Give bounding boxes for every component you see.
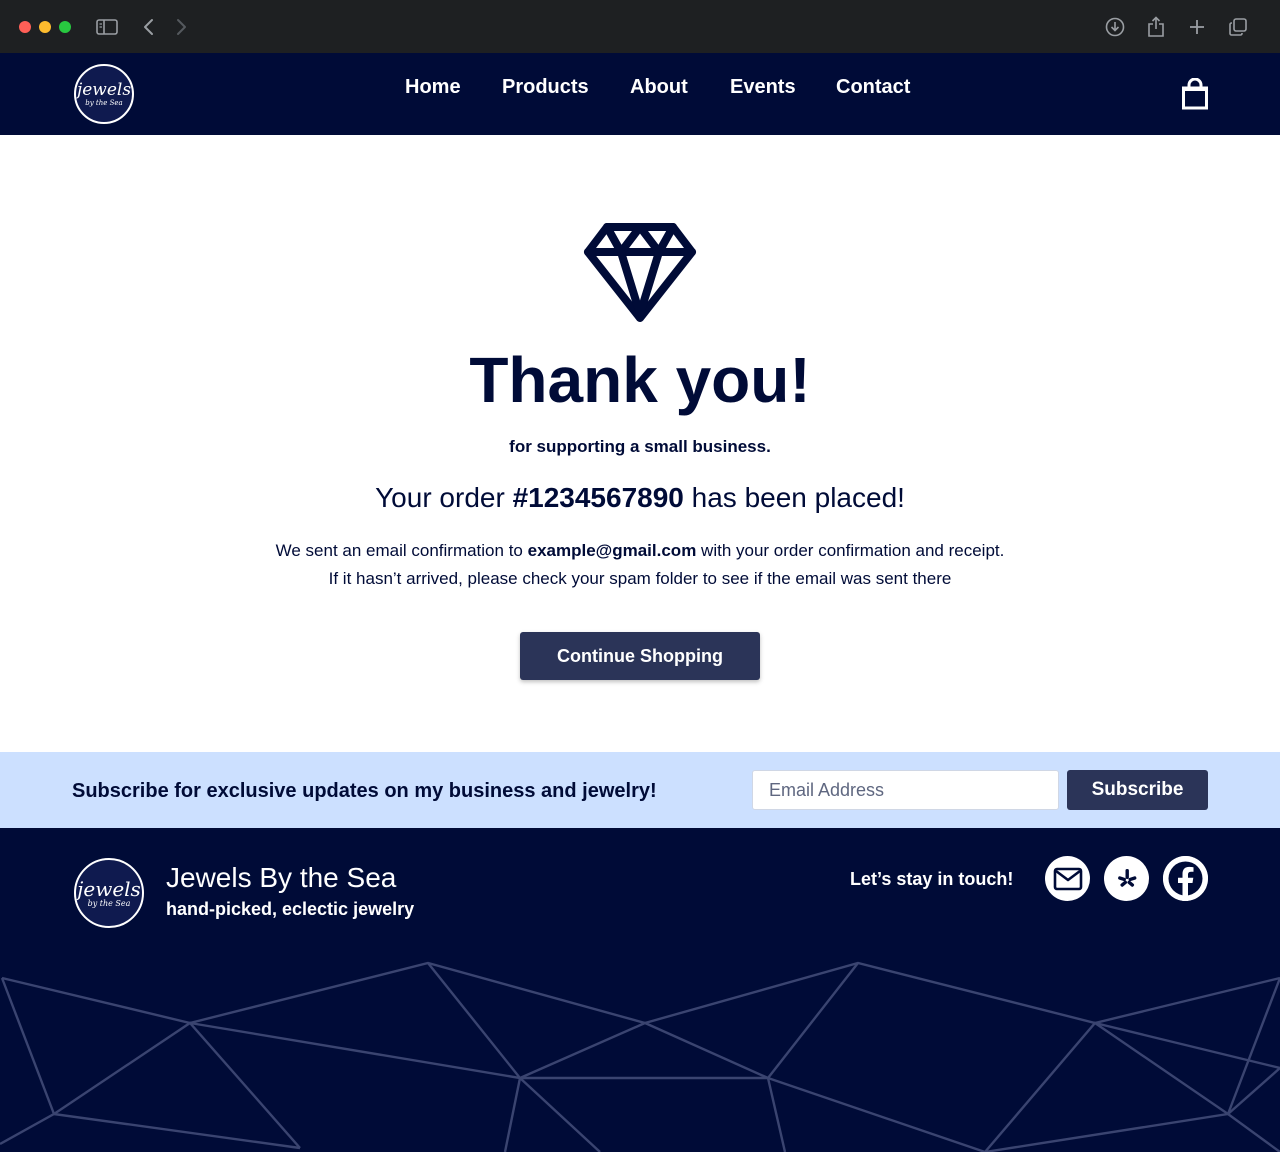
brand-tagline: hand-picked, eclectic jewelry — [166, 899, 415, 919]
facebook-icon[interactable] — [1163, 856, 1208, 901]
page-subtitle: for supporting a small business. — [509, 437, 771, 456]
mail-icon[interactable] — [1045, 856, 1090, 901]
order-suffix: has been placed! — [683, 482, 905, 513]
email-confirmation-note: We sent an email confirmation to example… — [0, 539, 1280, 563]
forward-icon[interactable] — [169, 15, 193, 39]
download-icon[interactable] — [1103, 15, 1127, 39]
subscribe-button[interactable]: Subscribe — [1067, 770, 1208, 810]
logo-sub-text: by the Sea — [87, 898, 131, 908]
email-input[interactable] — [752, 770, 1059, 810]
order-prefix: Your order — [375, 482, 513, 513]
main-nav: Home Products About Events Contact — [0, 75, 1280, 105]
subscribe-text: Subscribe for exclusive updates on my bu… — [72, 780, 657, 802]
nav-products[interactable]: Products — [502, 75, 589, 99]
nav-contact[interactable]: Contact — [836, 75, 910, 99]
yelp-icon[interactable] — [1104, 856, 1149, 901]
site-header: jewels by the Sea Home Products About Ev… — [0, 53, 1280, 135]
share-icon[interactable] — [1144, 15, 1168, 39]
new-tab-icon[interactable] — [1185, 15, 1209, 39]
nav-about[interactable]: About — [630, 75, 688, 99]
email-suffix: with your order confirmation and receipt… — [696, 541, 1005, 560]
spam-note: If it hasn’t arrived, please check your … — [328, 569, 952, 588]
nav-home[interactable]: Home — [405, 75, 461, 99]
sidebar-icon[interactable] — [95, 15, 119, 39]
footer-logo[interactable]: jewels by the Sea — [74, 858, 144, 928]
page-title: Thank you! — [469, 344, 811, 416]
email-address: example@gmail.com — [527, 541, 697, 560]
logo-script-text: jewels — [77, 876, 141, 901]
site-footer: jewels by the Sea Jewels By the Sea hand… — [0, 828, 1280, 1152]
browser-toolbar — [0, 0, 1280, 53]
email-prefix: We sent an email confirmation to — [275, 541, 528, 560]
order-number: #1234567890 — [512, 482, 684, 513]
geometric-pattern — [0, 961, 1280, 1152]
back-icon[interactable] — [137, 15, 161, 39]
order-status: Your order #1234567890 has been placed! — [0, 481, 1280, 515]
nav-events[interactable]: Events — [730, 75, 796, 99]
stay-in-touch-label: Let’s stay in touch! — [850, 869, 1014, 889]
continue-shopping-button[interactable]: Continue Shopping — [520, 632, 760, 680]
tabs-icon[interactable] — [1226, 15, 1250, 39]
zoom-window-button[interactable] — [59, 21, 71, 33]
close-window-button[interactable] — [19, 21, 31, 33]
shopping-bag-icon[interactable] — [1180, 77, 1210, 110]
minimize-window-button[interactable] — [39, 21, 51, 33]
brand-name: Jewels By the Sea — [166, 862, 397, 893]
diamond-icon — [583, 222, 697, 324]
subscribe-section: Subscribe for exclusive updates on my bu… — [0, 752, 1280, 828]
